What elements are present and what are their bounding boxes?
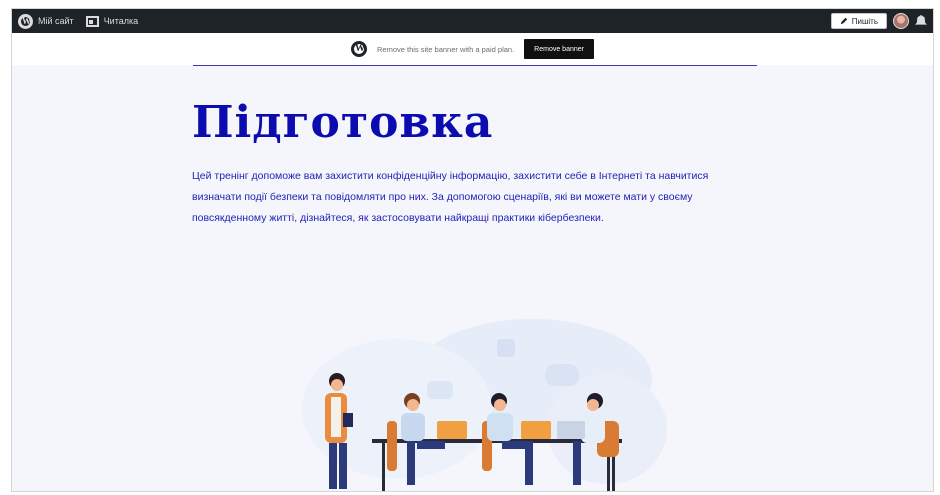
bell-icon[interactable]: [915, 15, 927, 25]
team-meeting-illustration: [302, 319, 667, 491]
my-site-menu[interactable]: W Мій сайт: [12, 9, 80, 33]
admin-bar: W Мій сайт Читалка Пишіть: [12, 9, 933, 33]
admin-bar-right: Пишіть: [830, 13, 933, 29]
page-title: Підготовка: [192, 97, 494, 148]
wordpress-icon: W: [18, 13, 33, 29]
write-button[interactable]: Пишіть: [830, 13, 887, 29]
browser-viewport: W Мій сайт Читалка Пишіть W Remove this …: [11, 8, 934, 492]
admin-bar-left: W Мій сайт Читалка: [12, 9, 144, 33]
reader-label: Читалка: [103, 16, 139, 26]
page-description: Цей тренінг допоможе вам захистити конфі…: [192, 170, 709, 224]
reader-icon: [85, 15, 99, 27]
banner-text: Remove this site banner with a paid plan…: [377, 44, 515, 54]
write-label: Пишіть: [851, 16, 878, 26]
avatar[interactable]: [893, 13, 909, 29]
my-site-label: Мій сайт: [38, 16, 74, 26]
site-banner: W Remove this site banner with a paid pl…: [12, 33, 933, 65]
wordpress-icon: W: [351, 41, 367, 57]
reader-menu[interactable]: Читалка: [80, 9, 144, 33]
remove-banner-button[interactable]: Remove banner: [524, 39, 594, 59]
header-divider: [193, 65, 757, 66]
pencil-icon: [840, 17, 847, 25]
